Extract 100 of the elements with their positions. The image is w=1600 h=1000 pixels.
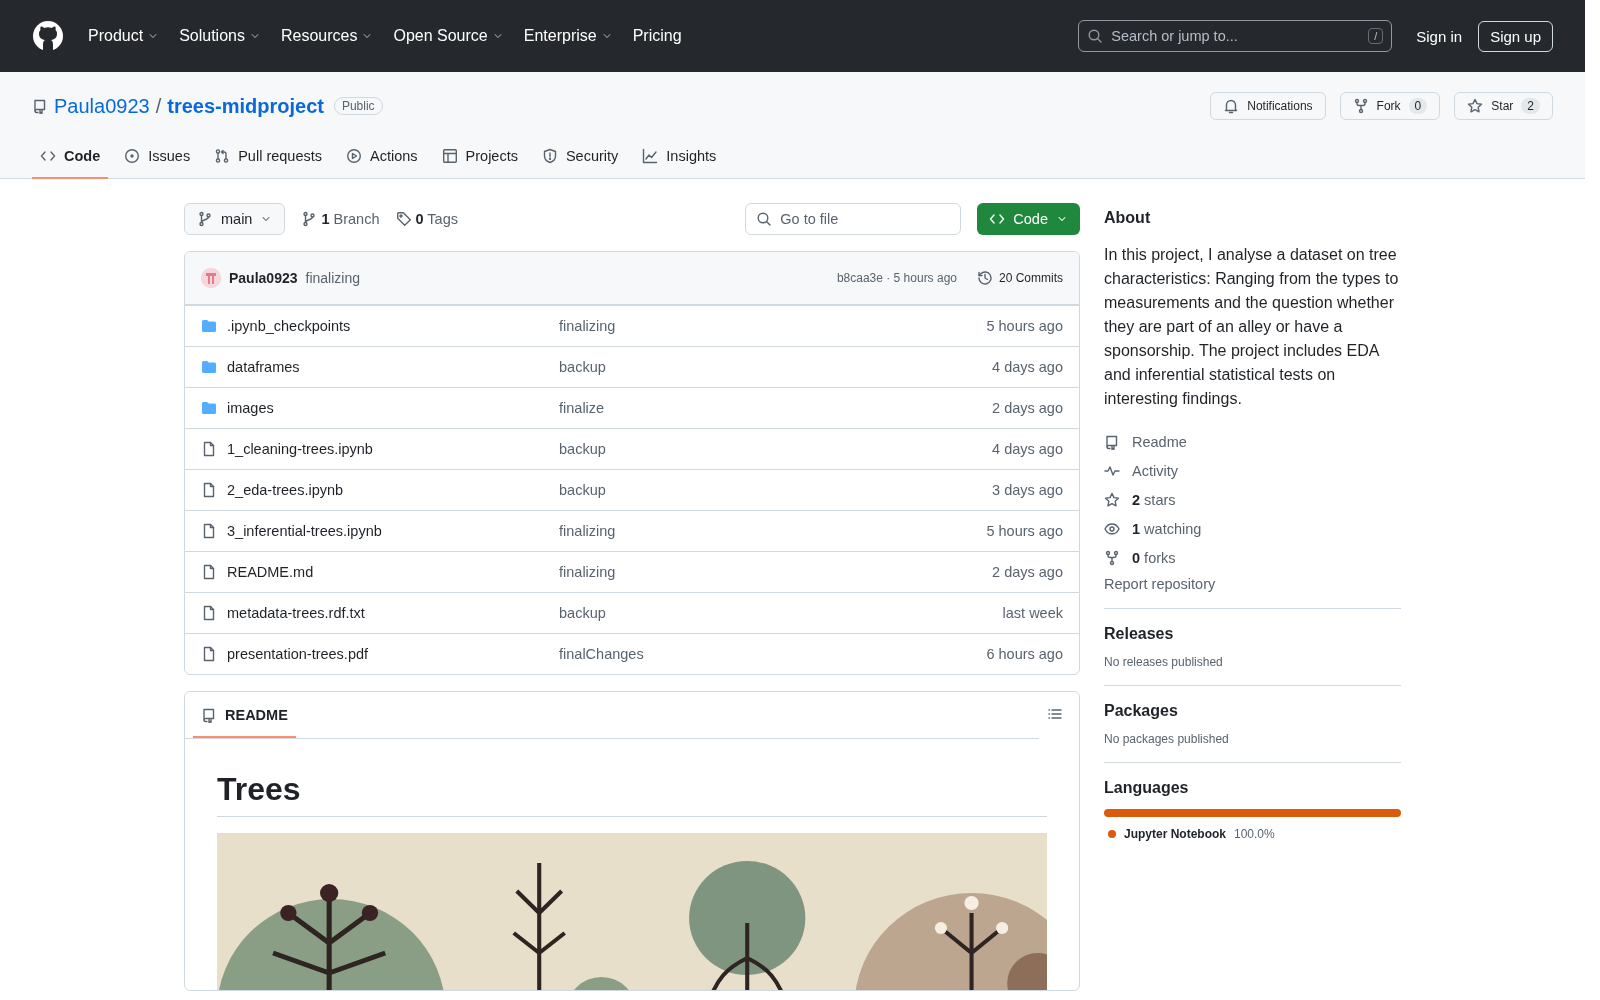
file-name-link[interactable]: 1_cleaning-trees.ipynb xyxy=(227,441,373,457)
language-percent: 100.0% xyxy=(1234,827,1275,841)
repo-tab[interactable]: Projects xyxy=(433,140,526,179)
nav-menu-item[interactable]: Solutions xyxy=(171,21,269,51)
commit-message-link[interactable]: finalizing xyxy=(559,523,987,539)
commit-message-link[interactable]: finalizing xyxy=(559,564,993,580)
section-heading: Releases xyxy=(1104,625,1175,643)
commit-message-link[interactable]: backup xyxy=(559,605,1003,621)
play-icon xyxy=(346,148,362,164)
counter: 2 xyxy=(1521,98,1540,114)
file-icon xyxy=(201,564,217,580)
commit-message[interactable]: finalizing xyxy=(305,270,360,286)
book-icon xyxy=(201,706,217,723)
nav-menu-item[interactable]: Product xyxy=(80,21,168,51)
search-icon xyxy=(756,211,773,227)
sidebar-link[interactable]: Activity xyxy=(1132,462,1178,479)
file-icon xyxy=(201,605,217,621)
repo-description: In this project, I analyse a dataset on tree characteristics: Ranging from the types to measurements and the question whether they are part of an alley or have a sponsorship. The project includes EDA and inferential statistical tests on interesting findings. xyxy=(1104,245,1400,409)
star-icon xyxy=(1467,98,1484,114)
commit-time: 5 hours ago xyxy=(986,318,1063,334)
sidebar-link[interactable]: Readme xyxy=(1132,433,1187,450)
sidebar-link[interactable]: 2 stars xyxy=(1132,491,1176,508)
repo-name-link[interactable]: trees-midproject xyxy=(167,94,324,118)
commit-author[interactable]: Paula0923 xyxy=(229,270,298,286)
file-name-link[interactable]: dataframes xyxy=(227,359,300,375)
fork-icon xyxy=(1352,98,1369,114)
commit-message-link[interactable]: backup xyxy=(559,441,993,457)
language-name[interactable]: Jupyter Notebook xyxy=(1124,827,1226,841)
commit-time: last week xyxy=(1002,605,1063,621)
commit-message-link[interactable]: finalizing xyxy=(559,318,987,334)
branch-selector[interactable]: main xyxy=(184,203,286,235)
repo-tab[interactable]: Security xyxy=(533,140,627,179)
file-name-link[interactable]: 2_eda-trees.ipynb xyxy=(227,482,344,498)
file-name-link[interactable]: presentation-trees.pdf xyxy=(227,646,369,662)
file-name-link[interactable]: .ipynb_checkpoints xyxy=(227,318,351,334)
star-icon xyxy=(1104,491,1120,508)
folder-icon xyxy=(201,318,217,334)
table-icon xyxy=(441,148,458,164)
path-separator: / xyxy=(155,94,162,118)
repo-tab[interactable]: Insights xyxy=(634,140,725,179)
repo-tab[interactable]: Actions xyxy=(338,140,426,179)
nav-menu-item[interactable]: Open Source xyxy=(385,21,512,51)
github-logo[interactable] xyxy=(32,20,64,52)
commit-message-link[interactable]: finalize xyxy=(559,400,993,416)
branches-link[interactable]: 1 Branch xyxy=(301,211,380,227)
repo-action-button[interactable]: Fork 0 xyxy=(1339,92,1441,120)
file-icon xyxy=(201,523,217,539)
search-field[interactable]: Search or jump to... / xyxy=(1078,20,1393,52)
repo-tab[interactable]: Pull requests xyxy=(206,140,330,179)
commit-time: 3 days ago xyxy=(992,482,1063,498)
commit-time: 2 days ago xyxy=(992,564,1063,580)
eye-icon xyxy=(1104,520,1120,537)
commit-message-link[interactable]: backup xyxy=(559,482,993,498)
readme-heading: Trees xyxy=(217,771,1047,817)
commit-message-link[interactable]: backup xyxy=(559,359,993,375)
nav-menu-item[interactable]: Enterprise xyxy=(515,21,621,51)
tags-link[interactable]: 0 Tags xyxy=(395,211,458,227)
commit-time: 6 hours ago xyxy=(986,646,1063,662)
commit-time: 5 hours ago xyxy=(986,523,1063,539)
owner-link[interactable]: Paula0923 xyxy=(54,94,150,118)
repo-action-button[interactable]: Star 2 xyxy=(1454,92,1553,120)
repo-action-button[interactable]: Notifications xyxy=(1210,92,1326,120)
file-name-link[interactable]: images xyxy=(227,400,274,416)
file-name-link[interactable]: 3_inferential-trees.ipynb xyxy=(227,523,382,539)
section-heading: Languages xyxy=(1104,779,1190,797)
branch-icon xyxy=(197,211,213,227)
pull-request-icon xyxy=(214,148,231,164)
code-button[interactable]: Code xyxy=(977,203,1080,235)
file-name-link[interactable]: metadata-trees.rdf.txt xyxy=(227,605,365,621)
commit-time: 4 days ago xyxy=(992,359,1063,375)
commit-time: 2 days ago xyxy=(992,400,1063,416)
commit-time: 4 days ago xyxy=(992,441,1063,457)
sign-in-link[interactable]: Sign in xyxy=(1416,27,1463,45)
shield-icon xyxy=(541,148,558,164)
history-icon xyxy=(977,270,993,286)
go-to-file-field[interactable]: Go to file xyxy=(745,203,962,235)
book-icon xyxy=(32,98,48,114)
section-heading: Packages xyxy=(1104,702,1179,720)
repo-tab[interactable]: Issues xyxy=(116,140,199,179)
report-link[interactable]: Report repository xyxy=(1104,576,1216,592)
sign-up-button[interactable]: Sign up xyxy=(1478,20,1553,52)
nav-menu-item[interactable]: Resources xyxy=(272,21,382,51)
commit-message-link[interactable]: finalChanges xyxy=(559,646,987,662)
readme-tab[interactable]: README xyxy=(193,693,296,738)
repo-tab[interactable]: Code xyxy=(32,140,109,179)
commit-hash-time[interactable]: b8caa3e · 5 hours ago xyxy=(836,271,957,285)
avatar xyxy=(201,268,221,288)
file-name-link[interactable]: README.md xyxy=(227,564,314,580)
counter: 0 xyxy=(1408,98,1428,114)
sidebar-link[interactable]: 0 forks xyxy=(1132,549,1176,566)
file-icon xyxy=(201,646,217,662)
sidebar-link[interactable]: 1 watching xyxy=(1132,520,1202,537)
commits-link[interactable]: 20 Commits xyxy=(977,270,1063,286)
folder-icon xyxy=(201,400,217,416)
empty-note: No packages published xyxy=(1104,732,1230,746)
empty-note: No releases published xyxy=(1104,655,1224,669)
search-icon xyxy=(1087,28,1104,44)
circle-dot-icon xyxy=(124,148,141,164)
bell-icon xyxy=(1223,98,1240,114)
nav-menu-item[interactable]: Pricing xyxy=(624,21,690,51)
